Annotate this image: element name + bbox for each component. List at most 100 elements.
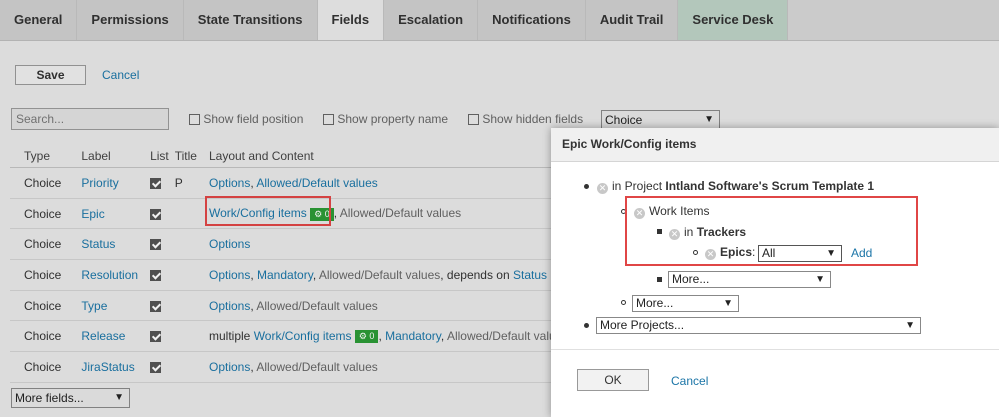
table-row[interactable]: Choice Release multiple Work/Config item… xyxy=(10,320,575,353)
chevron-down-icon: ▼ xyxy=(905,320,915,331)
list-checkbox[interactable] xyxy=(150,177,162,189)
field-type-select[interactable]: Choice ▼ xyxy=(601,110,720,130)
more-fields-select-value: More fields... xyxy=(15,391,84,405)
row-label[interactable]: Type xyxy=(67,290,145,322)
show-hidden-fields-label: Show hidden fields xyxy=(482,112,584,126)
show-hidden-fields-toggle[interactable]: Show hidden fields xyxy=(468,112,583,126)
tab-audit-trail[interactable]: Audit Trail xyxy=(585,0,679,40)
show-property-name-toggle[interactable]: Show property name xyxy=(323,112,448,126)
column-list: List xyxy=(144,145,175,168)
list-checkbox[interactable] xyxy=(150,361,162,373)
list-bullet xyxy=(584,323,589,328)
depends-on-status-link[interactable]: Status xyxy=(513,268,547,282)
options-link[interactable]: Options xyxy=(209,176,250,190)
row-label[interactable]: Release xyxy=(67,320,145,353)
row-type: Choice xyxy=(10,228,68,261)
allowed-default-link[interactable]: Allowed/Default values xyxy=(256,176,377,190)
row-type: Choice xyxy=(10,320,68,353)
allowed-default-text: Allowed/Default values xyxy=(318,267,441,282)
options-link[interactable]: Options xyxy=(209,237,250,251)
table-row[interactable]: Choice Type Options, Allowed/Default val… xyxy=(10,290,575,322)
table-row[interactable]: Choice Status Options xyxy=(10,228,575,261)
row-label[interactable]: Epic xyxy=(67,198,145,230)
show-field-position-toggle[interactable]: Show field position xyxy=(189,112,303,126)
mandatory-link[interactable]: Mandatory xyxy=(385,329,441,343)
table-row[interactable]: Choice JiraStatus Options, Allowed/Defau… xyxy=(10,351,575,383)
row-layout: Options, Allowed/Default values xyxy=(202,351,575,383)
tab-fields[interactable]: Fields xyxy=(317,0,385,40)
list-checkbox[interactable] xyxy=(150,300,162,312)
show-hidden-fields-checkbox[interactable] xyxy=(468,114,479,125)
row-label[interactable]: Status xyxy=(67,228,145,261)
tab-escalation[interactable]: Escalation xyxy=(384,0,479,40)
dialog-cancel-link[interactable]: Cancel xyxy=(671,374,708,388)
separator: , xyxy=(250,267,258,282)
list-bullet xyxy=(657,277,662,282)
tab-service-desk[interactable]: Service Desk xyxy=(678,0,789,40)
row-title xyxy=(174,290,203,322)
list-bullet xyxy=(621,300,626,305)
column-label: Label xyxy=(67,145,145,168)
tab-bar: General Permissions State Transitions Fi… xyxy=(0,0,999,41)
allowed-default-text: Allowed/Default values xyxy=(256,298,378,313)
column-title: Title xyxy=(174,145,203,168)
row-layout: Options xyxy=(202,228,575,261)
row-title xyxy=(174,198,203,230)
chevron-down-icon: ▼ xyxy=(815,274,825,285)
badge-value: 0 xyxy=(369,331,375,342)
row-title: P xyxy=(174,167,203,199)
mandatory-link[interactable]: Mandatory xyxy=(257,268,313,282)
list-checkbox[interactable] xyxy=(150,239,162,251)
list-checkbox[interactable] xyxy=(150,269,162,281)
row-type: Choice xyxy=(10,259,68,291)
row-title xyxy=(174,228,203,261)
tab-general[interactable]: General xyxy=(0,0,78,40)
more-fields-select[interactable]: More fields... ▼ xyxy=(11,388,130,408)
epic-work-config-dialog: Epic Work/Config items ✕ in Project Intla… xyxy=(551,128,999,417)
row-layout: Options, Mandatory, Allowed/Default valu… xyxy=(202,259,575,291)
search-input[interactable]: Search... xyxy=(11,108,169,130)
trackers-more-value: More... xyxy=(672,272,710,286)
table-row[interactable]: Choice Resolution Options, Mandatory, Al… xyxy=(10,259,575,291)
project-condition: ✕ in Project Intland Software's Scrum Tem… xyxy=(597,179,874,194)
dialog-title: Epic Work/Config items xyxy=(551,128,999,162)
show-field-position-label: Show field position xyxy=(203,112,304,126)
chevron-down-icon: ▼ xyxy=(723,298,733,309)
options-link[interactable]: Options xyxy=(209,360,250,374)
work-config-items-link[interactable]: Work/Config items xyxy=(254,329,352,343)
row-title xyxy=(174,259,203,291)
row-layout: Options, Allowed/Default values xyxy=(202,167,575,199)
row-layout: Options, Allowed/Default values xyxy=(202,290,575,322)
options-link[interactable]: Options xyxy=(209,268,250,282)
fields-table: Type Label List Title Layout and Content… xyxy=(10,145,575,383)
list-checkbox[interactable] xyxy=(150,331,162,343)
tab-permissions[interactable]: Permissions xyxy=(77,0,184,40)
row-label[interactable]: JiraStatus xyxy=(67,351,145,383)
column-type: Type xyxy=(10,145,68,168)
tab-notifications[interactable]: Notifications xyxy=(478,0,586,40)
row-type: Choice xyxy=(10,167,68,199)
tab-state-transitions[interactable]: State Transitions xyxy=(183,0,318,40)
more-projects-select[interactable]: More Projects... ▼ xyxy=(596,317,921,334)
list-checkbox[interactable] xyxy=(150,208,162,220)
trackers-more-select[interactable]: More... ▼ xyxy=(668,271,831,288)
save-button[interactable]: Save xyxy=(15,65,86,85)
table-row[interactable]: Choice Priority P Options, Allowed/Defau… xyxy=(10,167,575,199)
multiple-text: multiple xyxy=(208,329,251,344)
remove-icon[interactable]: ✕ xyxy=(597,183,608,194)
list-bullet xyxy=(584,184,589,189)
project-more-select[interactable]: More... ▼ xyxy=(632,295,739,312)
show-field-position-checkbox[interactable] xyxy=(189,114,200,125)
field-type-select-value: Choice xyxy=(605,113,643,127)
work-items-highlight xyxy=(625,196,918,266)
row-label[interactable]: Priority xyxy=(67,167,145,199)
show-property-name-label: Show property name xyxy=(337,112,449,126)
more-projects-value: More Projects... xyxy=(600,318,685,332)
show-property-name-checkbox[interactable] xyxy=(323,114,334,125)
in-project-label: in Project xyxy=(612,179,663,193)
row-title xyxy=(174,320,203,353)
options-link[interactable]: Options xyxy=(209,299,250,313)
row-label[interactable]: Resolution xyxy=(67,259,145,291)
ok-button[interactable]: OK xyxy=(577,369,649,391)
cancel-link[interactable]: Cancel xyxy=(102,68,139,82)
